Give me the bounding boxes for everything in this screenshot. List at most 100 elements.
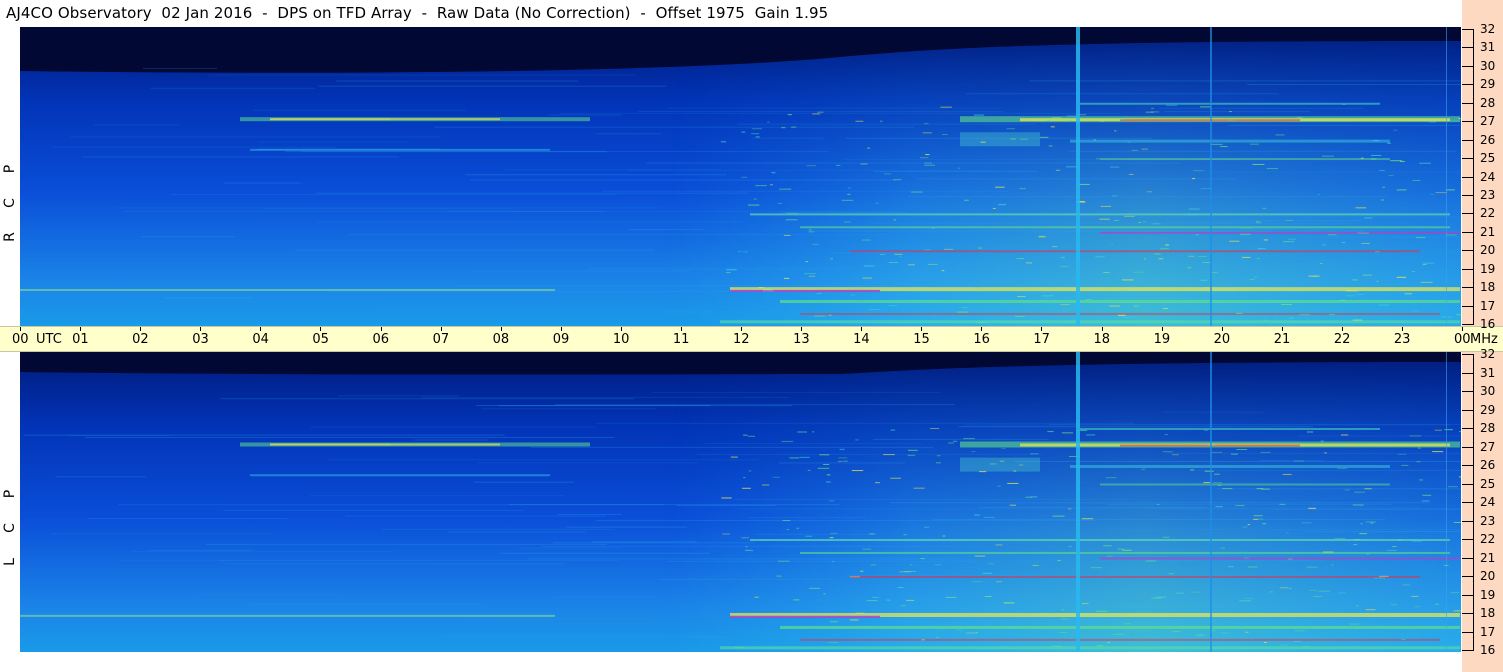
faint-streak — [816, 599, 1147, 601]
speckle — [1220, 632, 1231, 634]
speckle — [1327, 234, 1337, 236]
speckle — [1253, 515, 1263, 517]
speckle — [1341, 241, 1346, 243]
faint-streak — [142, 67, 218, 69]
speckle — [1210, 143, 1223, 145]
faint-streak — [1107, 503, 1393, 505]
speckle — [942, 535, 946, 537]
speckle — [1397, 453, 1407, 455]
band-27mhz-left-peak — [270, 443, 390, 446]
faint-streak — [552, 542, 756, 544]
speckle — [1322, 155, 1334, 157]
speckle — [1401, 638, 1406, 640]
faint-streak — [434, 126, 915, 128]
speckle — [1060, 304, 1070, 306]
speckle — [1306, 566, 1318, 568]
faint-streak — [295, 249, 655, 251]
speckle — [1285, 532, 1289, 534]
rcp-label: P C R — [0, 27, 20, 326]
hour-tick-mark — [1341, 327, 1343, 331]
faint-streak — [1067, 150, 1457, 152]
faint-streak — [1158, 107, 1364, 109]
speckle — [1262, 207, 1267, 209]
band-18mhz-hot — [730, 615, 880, 618]
freq-tick-mark — [1462, 428, 1474, 429]
speckle — [1378, 304, 1390, 306]
freq-tick-mark — [1462, 158, 1474, 160]
speckle — [784, 277, 790, 279]
hour-tick-label: 14 — [853, 332, 870, 347]
freq-tick-label: 30 — [1480, 58, 1496, 73]
speckle — [1412, 180, 1421, 182]
speckle — [1365, 609, 1376, 611]
rcp-spectrogram — [20, 27, 1461, 326]
band-26mhz-right — [1070, 139, 1390, 143]
speckle — [748, 204, 760, 206]
speckle — [1267, 118, 1270, 120]
speckle — [890, 477, 901, 479]
speckle — [1048, 145, 1053, 147]
speckle — [879, 120, 883, 122]
speckle — [809, 229, 812, 231]
band-20mhz — [850, 576, 1420, 578]
speckle — [1220, 146, 1228, 148]
speckle — [1404, 293, 1412, 295]
speckle — [1253, 518, 1258, 520]
hour-tick-label: 05 — [312, 332, 329, 347]
freq-tick-mark — [1462, 65, 1474, 67]
freq-tick-label: 25 — [1480, 151, 1496, 166]
speckle — [1046, 120, 1050, 122]
speckle — [1321, 244, 1326, 246]
speckle — [1236, 449, 1248, 451]
speckle — [874, 482, 880, 484]
speckle — [1052, 515, 1065, 517]
freq-tick-mark — [1462, 29, 1474, 30]
hour-tick-mark — [861, 327, 863, 331]
speckle — [1200, 188, 1212, 190]
speckle — [1255, 220, 1260, 222]
faint-streak — [667, 107, 1000, 109]
speckle — [1111, 243, 1114, 245]
speckle — [1430, 193, 1434, 195]
speckle — [849, 576, 860, 578]
faint-streak — [1202, 305, 1461, 307]
hour-tick-label: 07 — [432, 332, 450, 347]
speckle — [812, 113, 821, 115]
speckle — [1143, 258, 1147, 260]
speckle — [772, 476, 780, 478]
speckle — [948, 442, 954, 444]
faint-streak — [336, 80, 579, 82]
freq-tick-label: 23 — [1480, 513, 1496, 528]
speckle — [808, 275, 816, 277]
speckle — [971, 451, 976, 453]
speckle — [1352, 319, 1363, 321]
hour-tick-mark — [1041, 327, 1043, 331]
faint-streak — [1246, 84, 1461, 86]
speckle — [1113, 219, 1120, 221]
speckle — [1228, 566, 1234, 568]
faint-streak — [983, 602, 1308, 604]
speckle — [875, 202, 879, 204]
speckle — [1296, 116, 1303, 118]
speckle — [1231, 453, 1238, 455]
speckle — [1257, 248, 1266, 250]
speckle — [1195, 234, 1200, 236]
speckle — [1355, 207, 1367, 209]
speckle — [872, 596, 880, 598]
faint-streak — [223, 182, 301, 184]
speckle — [956, 629, 962, 631]
speckle — [1188, 255, 1195, 257]
speckle — [1366, 553, 1370, 555]
freq-tick-label: 16 — [1480, 317, 1496, 331]
speckle — [930, 428, 940, 430]
faint-streak — [672, 269, 845, 271]
speckle — [971, 581, 983, 583]
faint-streak — [51, 533, 274, 535]
speckle — [1188, 214, 1199, 216]
band-25mhz-right — [1100, 158, 1390, 161]
faint-streak — [258, 141, 407, 143]
freq-tick-mark — [1462, 502, 1474, 503]
speckle — [1085, 299, 1092, 301]
rcp-letter-r: R — [2, 232, 18, 242]
speckle — [1050, 126, 1055, 128]
